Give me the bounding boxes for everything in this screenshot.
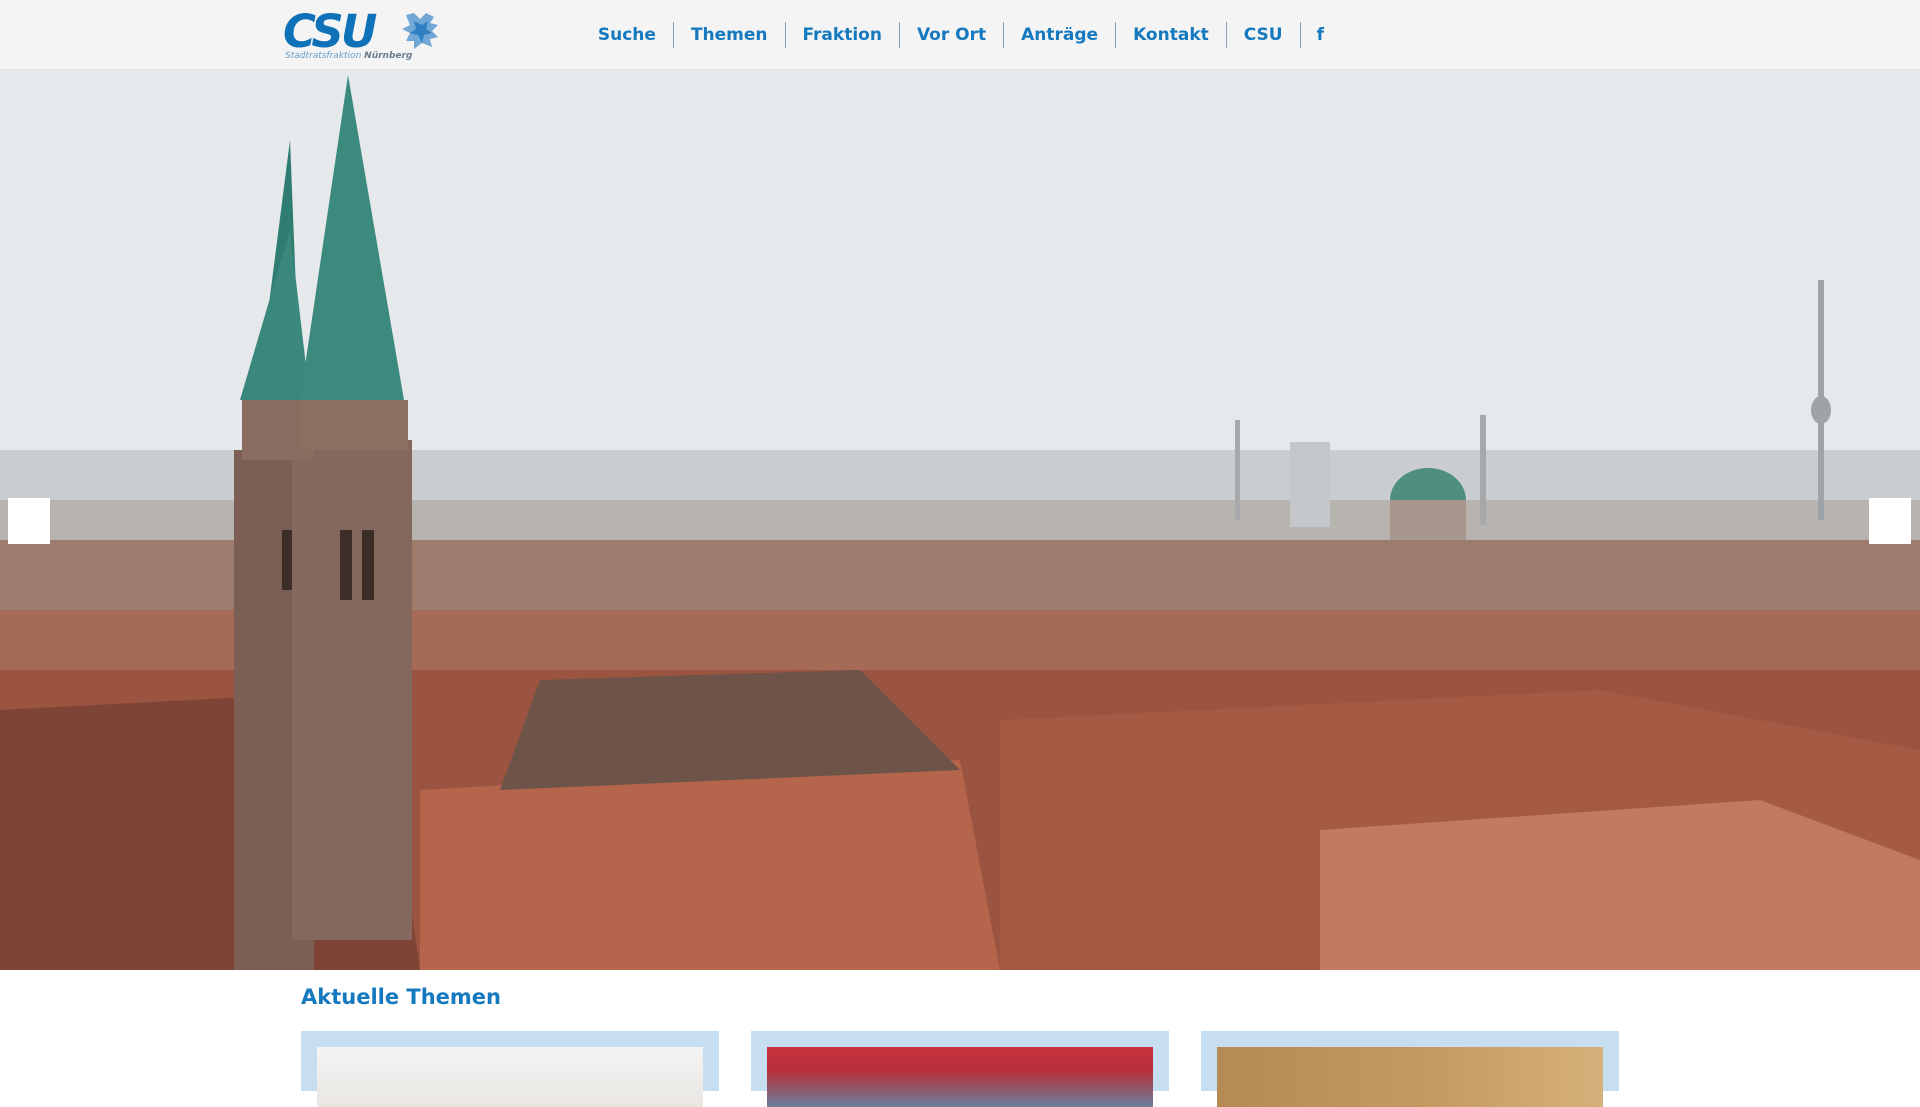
main-nav: Suche Themen Fraktion Vor Ort Anträge Ko… <box>581 22 1324 48</box>
news-card-3-image <box>1217 1047 1603 1107</box>
site-header: CSU Stadtratsfraktion Nürnberg Suche The… <box>0 0 1920 70</box>
nav-vor-ort[interactable]: Vor Ort <box>898 22 1003 48</box>
nav-suche[interactable]: Suche <box>581 22 673 48</box>
news-card-3[interactable] <box>1201 1031 1619 1107</box>
section-title: Aktuelle Themen <box>301 985 501 1009</box>
csu-logo[interactable]: CSU Stadtratsfraktion Nürnberg <box>283 8 445 64</box>
nav-kontakt[interactable]: Kontakt <box>1115 22 1226 48</box>
news-card-1[interactable] <box>301 1031 719 1107</box>
facebook-icon[interactable]: f <box>1299 22 1324 48</box>
cityscape-image <box>0 70 1920 970</box>
logo-text: CSU <box>283 5 377 58</box>
nav-fraktion[interactable]: Fraktion <box>784 22 899 48</box>
news-card-2[interactable] <box>751 1031 1169 1107</box>
news-card-1-image <box>317 1047 703 1107</box>
slider-next-button[interactable] <box>1869 498 1911 544</box>
logo-subtitle: Stadtratsfraktion Nürnberg <box>285 51 413 61</box>
nav-antraege[interactable]: Anträge <box>1003 22 1115 48</box>
news-card-2-image <box>767 1047 1153 1107</box>
slider-prev-button[interactable] <box>8 498 50 544</box>
hero-slider <box>0 70 1920 970</box>
lion-emblem-icon <box>402 13 438 49</box>
nav-themen[interactable]: Themen <box>672 22 785 48</box>
nav-csu[interactable]: CSU <box>1225 22 1300 48</box>
